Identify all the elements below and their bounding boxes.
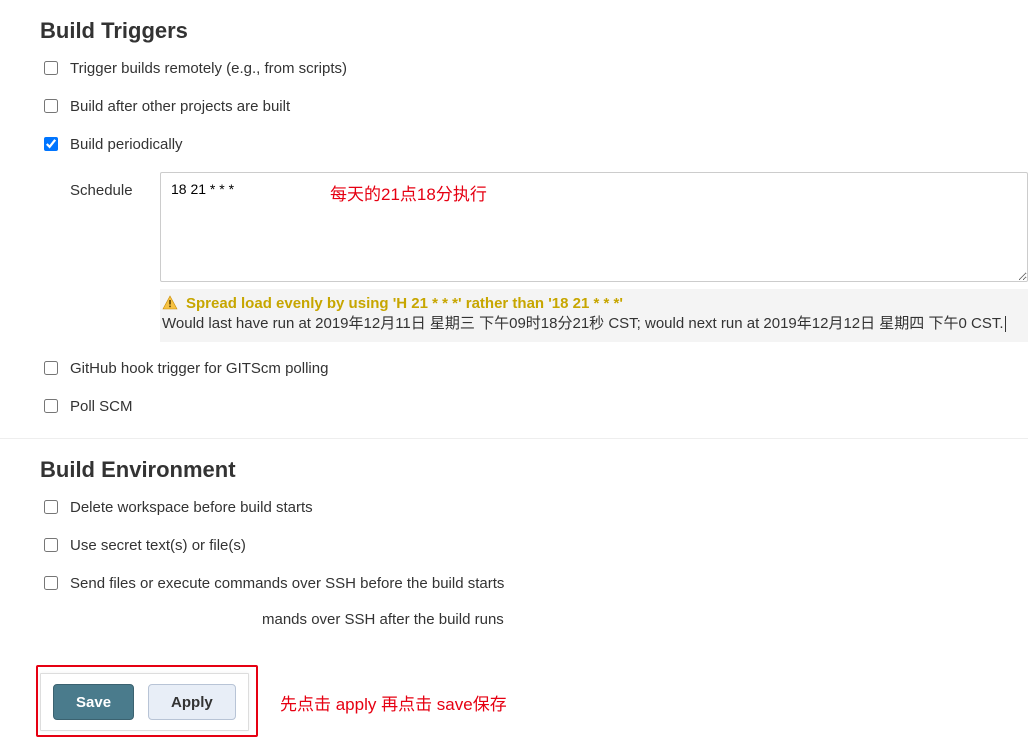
label-build-after: Build after other projects are built — [70, 98, 290, 115]
option-github-hook[interactable]: GitHub hook trigger for GITScm polling — [40, 358, 1028, 378]
option-ssh-before[interactable]: Send files or execute commands over SSH … — [40, 573, 1028, 593]
checkbox-build-after[interactable] — [44, 99, 58, 113]
footer-action-bar: Save Apply — [40, 673, 249, 731]
checkbox-github-hook[interactable] — [44, 361, 58, 375]
label-delete-workspace: Delete workspace before build starts — [70, 499, 313, 516]
checkbox-build-periodically[interactable] — [44, 137, 58, 151]
option-delete-workspace[interactable]: Delete workspace before build starts — [40, 497, 1028, 517]
option-use-secrets[interactable]: Use secret text(s) or file(s) — [40, 535, 1028, 555]
option-ssh-after[interactable]: mands over SSH after the build runs — [262, 611, 1028, 628]
checkbox-trigger-remote[interactable] — [44, 61, 58, 75]
label-ssh-before: Send files or execute commands over SSH … — [70, 575, 504, 592]
checkbox-delete-workspace[interactable] — [44, 500, 58, 514]
section-title-build-environment: Build Environment — [40, 457, 1028, 483]
option-trigger-remote[interactable]: Trigger builds remotely (e.g., from scri… — [40, 58, 1028, 78]
option-build-periodically[interactable]: Build periodically — [40, 134, 1028, 154]
label-trigger-remote: Trigger builds remotely (e.g., from scri… — [70, 60, 347, 77]
checkbox-poll-scm[interactable] — [44, 399, 58, 413]
checkbox-use-secrets[interactable] — [44, 538, 58, 552]
label-ssh-after: mands over SSH after the build runs — [262, 611, 504, 628]
label-poll-scm: Poll SCM — [70, 398, 133, 415]
checkbox-ssh-before[interactable] — [44, 576, 58, 590]
option-build-after[interactable]: Build after other projects are built — [40, 96, 1028, 116]
schedule-textarea[interactable] — [160, 172, 1028, 282]
schedule-next-run-info: Would last have run at 2019年12月11日 星期三 下… — [162, 314, 1026, 334]
label-use-secrets: Use secret text(s) or file(s) — [70, 537, 246, 554]
schedule-field-label: Schedule — [70, 172, 160, 342]
warning-text: Spread load evenly by using 'H 21 * * *'… — [186, 295, 623, 312]
option-poll-scm[interactable]: Poll SCM — [40, 396, 1028, 416]
section-title-build-triggers: Build Triggers — [40, 18, 1028, 44]
apply-button[interactable]: Apply — [148, 684, 236, 720]
label-github-hook: GitHub hook trigger for GITScm polling — [70, 360, 328, 377]
save-button[interactable]: Save — [53, 684, 134, 720]
label-build-periodically: Build periodically — [70, 136, 183, 153]
annotation-footer-instruction: 先点击 apply 再点击 save保存 — [280, 690, 507, 715]
section-divider — [0, 438, 1028, 439]
warning-icon — [162, 295, 178, 311]
schedule-warning-block: Spread load evenly by using 'H 21 * * *'… — [160, 289, 1028, 342]
